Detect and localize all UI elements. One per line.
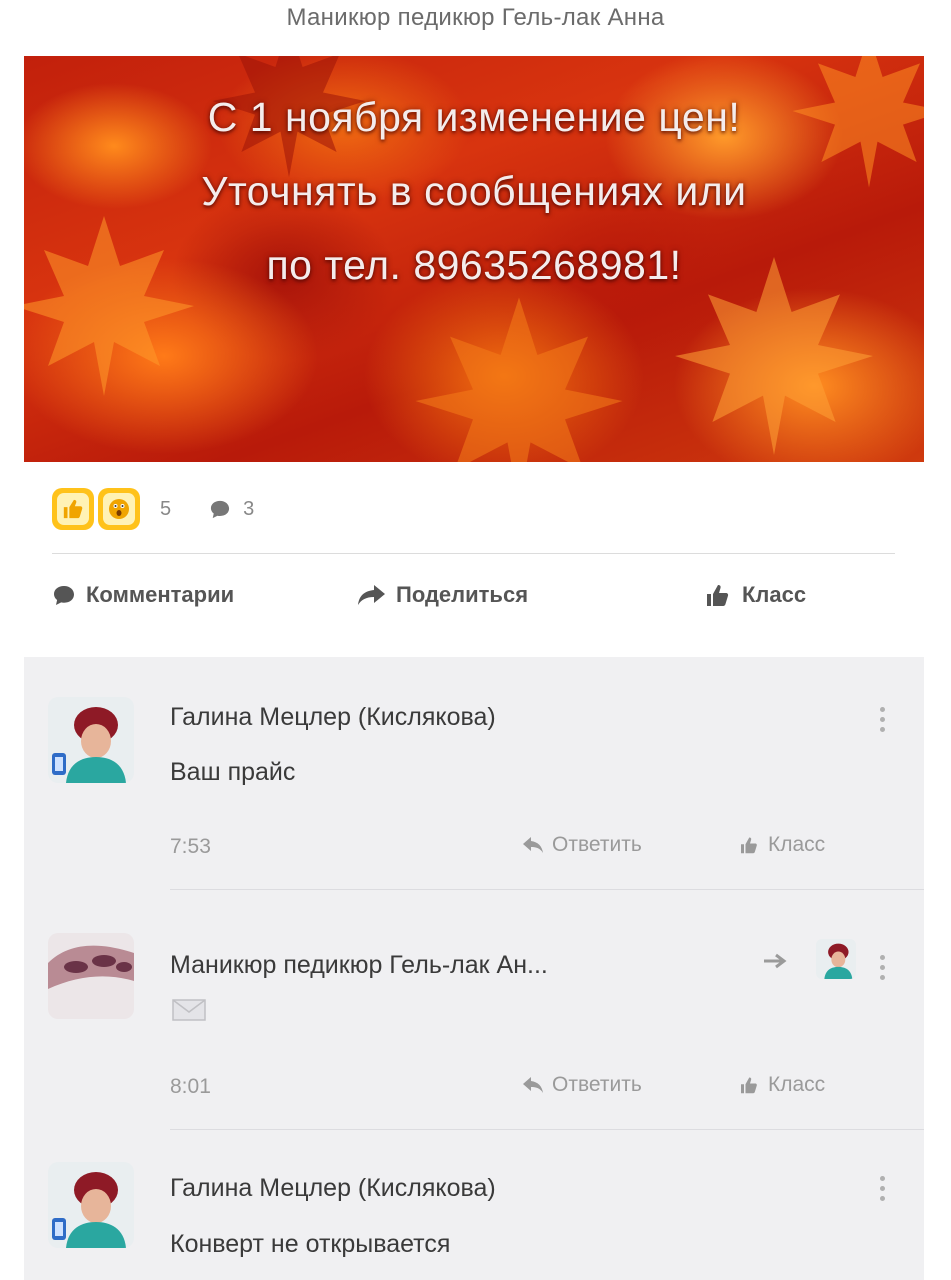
page-title: Маникюр педикюр Гель-лак Анна xyxy=(286,4,665,31)
banner-text: С 1 ноября изменение цен! Уточнять в соо… xyxy=(24,80,924,302)
share-button-label: Поделиться xyxy=(396,582,529,607)
post-image-banner[interactable]: С 1 ноября изменение цен! Уточнять в соо… xyxy=(24,56,924,462)
post-stats: 5 3 xyxy=(52,486,254,532)
wow-reaction-icon[interactable] xyxy=(98,488,140,530)
reply-button[interactable]: Ответить xyxy=(522,1073,642,1097)
reactions-count: 5 xyxy=(160,497,172,520)
reply-button[interactable]: Ответить xyxy=(522,833,642,857)
comment-bubble-icon xyxy=(211,500,230,519)
comments-count: 3 xyxy=(243,497,255,520)
share-arrow-icon xyxy=(358,585,385,605)
avatar[interactable] xyxy=(48,1162,134,1248)
comment-like-button[interactable]: Класс xyxy=(740,1073,825,1097)
comment-item: Галина Мецлер (Кислякова) Конверт не отк… xyxy=(24,1134,924,1280)
comment-divider xyxy=(170,1129,924,1130)
comment-bubble-icon xyxy=(54,586,74,605)
more-options-icon[interactable] xyxy=(878,1176,886,1201)
comment-time: 8:01 xyxy=(170,1075,211,1098)
post-actions-bar: Комментарии Поделиться Класс xyxy=(0,582,951,622)
banner-line: Уточнять в сообщениях или xyxy=(201,168,747,214)
thumbs-up-icon xyxy=(707,585,729,606)
reply-label: Ответить xyxy=(552,1073,642,1096)
comment-divider xyxy=(170,889,924,890)
comment-author[interactable]: Галина Мецлер (Кислякова) xyxy=(170,1174,496,1203)
reply-to-arrow-icon xyxy=(762,953,790,974)
comment-time: 7:53 xyxy=(170,835,211,858)
like-button[interactable]: Класс xyxy=(706,582,806,608)
comment-like-label: Класс xyxy=(768,833,826,856)
reply-arrow-icon xyxy=(523,837,543,853)
comment-author[interactable]: Галина Мецлер (Кислякова) xyxy=(170,703,496,732)
divider xyxy=(52,553,895,554)
more-options-icon[interactable] xyxy=(878,955,886,980)
comment-item: Галина Мецлер (Кислякова) Ваш прайс 7:53… xyxy=(24,657,924,892)
comments-button-label: Комментарии xyxy=(86,582,235,607)
share-button[interactable]: Поделиться xyxy=(356,582,528,608)
maple-leaf-decoration xyxy=(415,297,623,462)
comments-section: Галина Мецлер (Кислякова) Ваш прайс 7:53… xyxy=(24,657,924,1280)
reply-label: Ответить xyxy=(552,833,642,856)
comments-button[interactable]: Комментарии xyxy=(52,582,234,608)
more-options-icon[interactable] xyxy=(878,707,886,732)
comment-like-label: Класс xyxy=(768,1073,826,1096)
like-button-label: Класс xyxy=(742,582,807,607)
comment-item: Маникюр педикюр Гель-лак Ан... 8:01 Отве… xyxy=(24,893,924,1133)
avatar[interactable] xyxy=(48,697,134,783)
comment-text: Конверт не открывается xyxy=(170,1230,451,1258)
like-reaction-icon[interactable] xyxy=(52,488,94,530)
envelope-icon[interactable] xyxy=(172,999,206,1026)
comment-like-button[interactable]: Класс xyxy=(740,833,825,857)
comment-author[interactable]: Маникюр педикюр Гель-лак Ан... xyxy=(170,951,548,980)
thumbs-up-icon xyxy=(741,1077,757,1094)
thumbs-up-icon xyxy=(741,837,757,854)
avatar[interactable] xyxy=(48,933,134,1019)
reply-arrow-icon xyxy=(523,1077,543,1093)
comment-text: Ваш прайс xyxy=(170,758,296,786)
banner-line: по тел. 89635268981! xyxy=(266,242,682,288)
replied-user-avatar[interactable] xyxy=(816,939,856,979)
banner-line: С 1 ноября изменение цен! xyxy=(207,94,741,140)
comments-count-group[interactable]: 3 xyxy=(209,498,254,521)
